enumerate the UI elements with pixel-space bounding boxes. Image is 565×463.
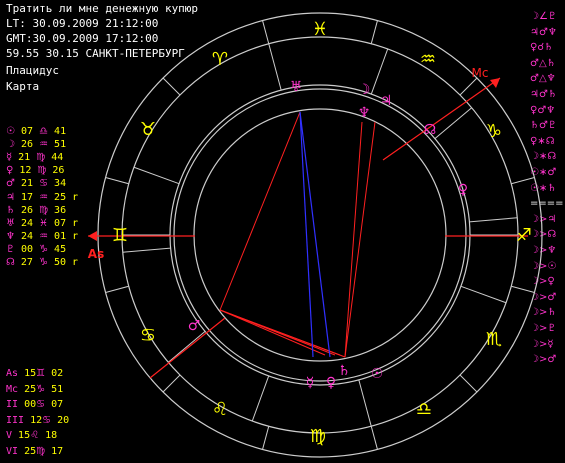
mc-arrow [490,78,500,88]
planet-glyph-icon: ♄ [338,363,351,379]
sign-divider [262,426,270,450]
aspect-line [219,309,326,356]
planet-glyph-icon: ♆ [358,105,371,121]
sign-divider [105,177,129,185]
zodiac-sign-icon: ♌ [212,399,228,420]
sign-divider [370,20,378,44]
planet-glyph-icon: ☉ [371,366,384,382]
planet-glyph-icon: ♂ [188,318,201,334]
planet-glyph-icon: ♀ [458,182,468,198]
sign-divider [511,177,535,185]
zodiac-sign-icon: ♉ [140,119,156,140]
zodiac-sign-icon: ♊ [112,225,128,246]
sign-divider [105,285,129,293]
planet-glyph-icon: ♅ [290,79,303,95]
zodiac-sign-icon: ♑ [486,121,502,142]
house-cusp [133,166,180,185]
house-cusp [358,379,372,427]
planet-glyph-icon: ♀ [326,375,336,391]
sign-divider [262,20,270,44]
planet-glyph-icon: ☽ [358,82,371,98]
zodiac-sign-icon: ♎ [416,399,432,420]
zodiac-sign-icon: ♓ [312,19,328,40]
house-cusp [251,375,270,422]
house-cusp [469,217,518,223]
wheel-ring [193,108,447,362]
zodiac-sign-icon: ♒ [420,49,436,70]
house-cusp [434,107,472,139]
house-cusp [168,331,206,363]
planet-glyph-icon: ☿ [306,375,315,391]
sign-divider [370,426,378,450]
zodiac-sign-icon: ♍ [310,426,326,447]
aspect-line [344,121,363,358]
house-cusp [268,43,282,91]
planet-glyph-icon: ☊ [424,122,436,138]
house-cusp [460,285,507,304]
house-cusp [370,48,389,95]
aspect-line [219,111,301,311]
asc-label: As [88,247,104,261]
aspect-line [344,121,376,358]
aspect-line [219,309,346,358]
sign-divider [162,77,181,96]
planet-glyph-icon: ♃ [380,93,393,109]
house-cusp [122,247,171,253]
zodiac-sign-icon: ♋ [140,325,156,346]
wheel-ring [121,36,519,434]
mc-label: Mc [472,66,489,80]
aspect-line-blue [299,111,314,358]
sign-divider [459,77,478,96]
sign-divider [162,374,181,393]
chart-wheel: ♓♒♑♐♏♎♍♌♋♊♉♈AsMc ♅ ☽♆♃☊♀♂☿ ♀♄ ☉ [88,12,543,458]
zodiac-sign-icon: ♈ [212,49,228,70]
aspect-line-blue [299,111,331,358]
asc-arrow [88,231,97,241]
sign-divider [511,285,535,293]
zodiac-sign-icon: ♏ [486,329,502,350]
zodiac-sign-icon: ♐ [516,225,532,246]
sign-divider [459,374,478,393]
